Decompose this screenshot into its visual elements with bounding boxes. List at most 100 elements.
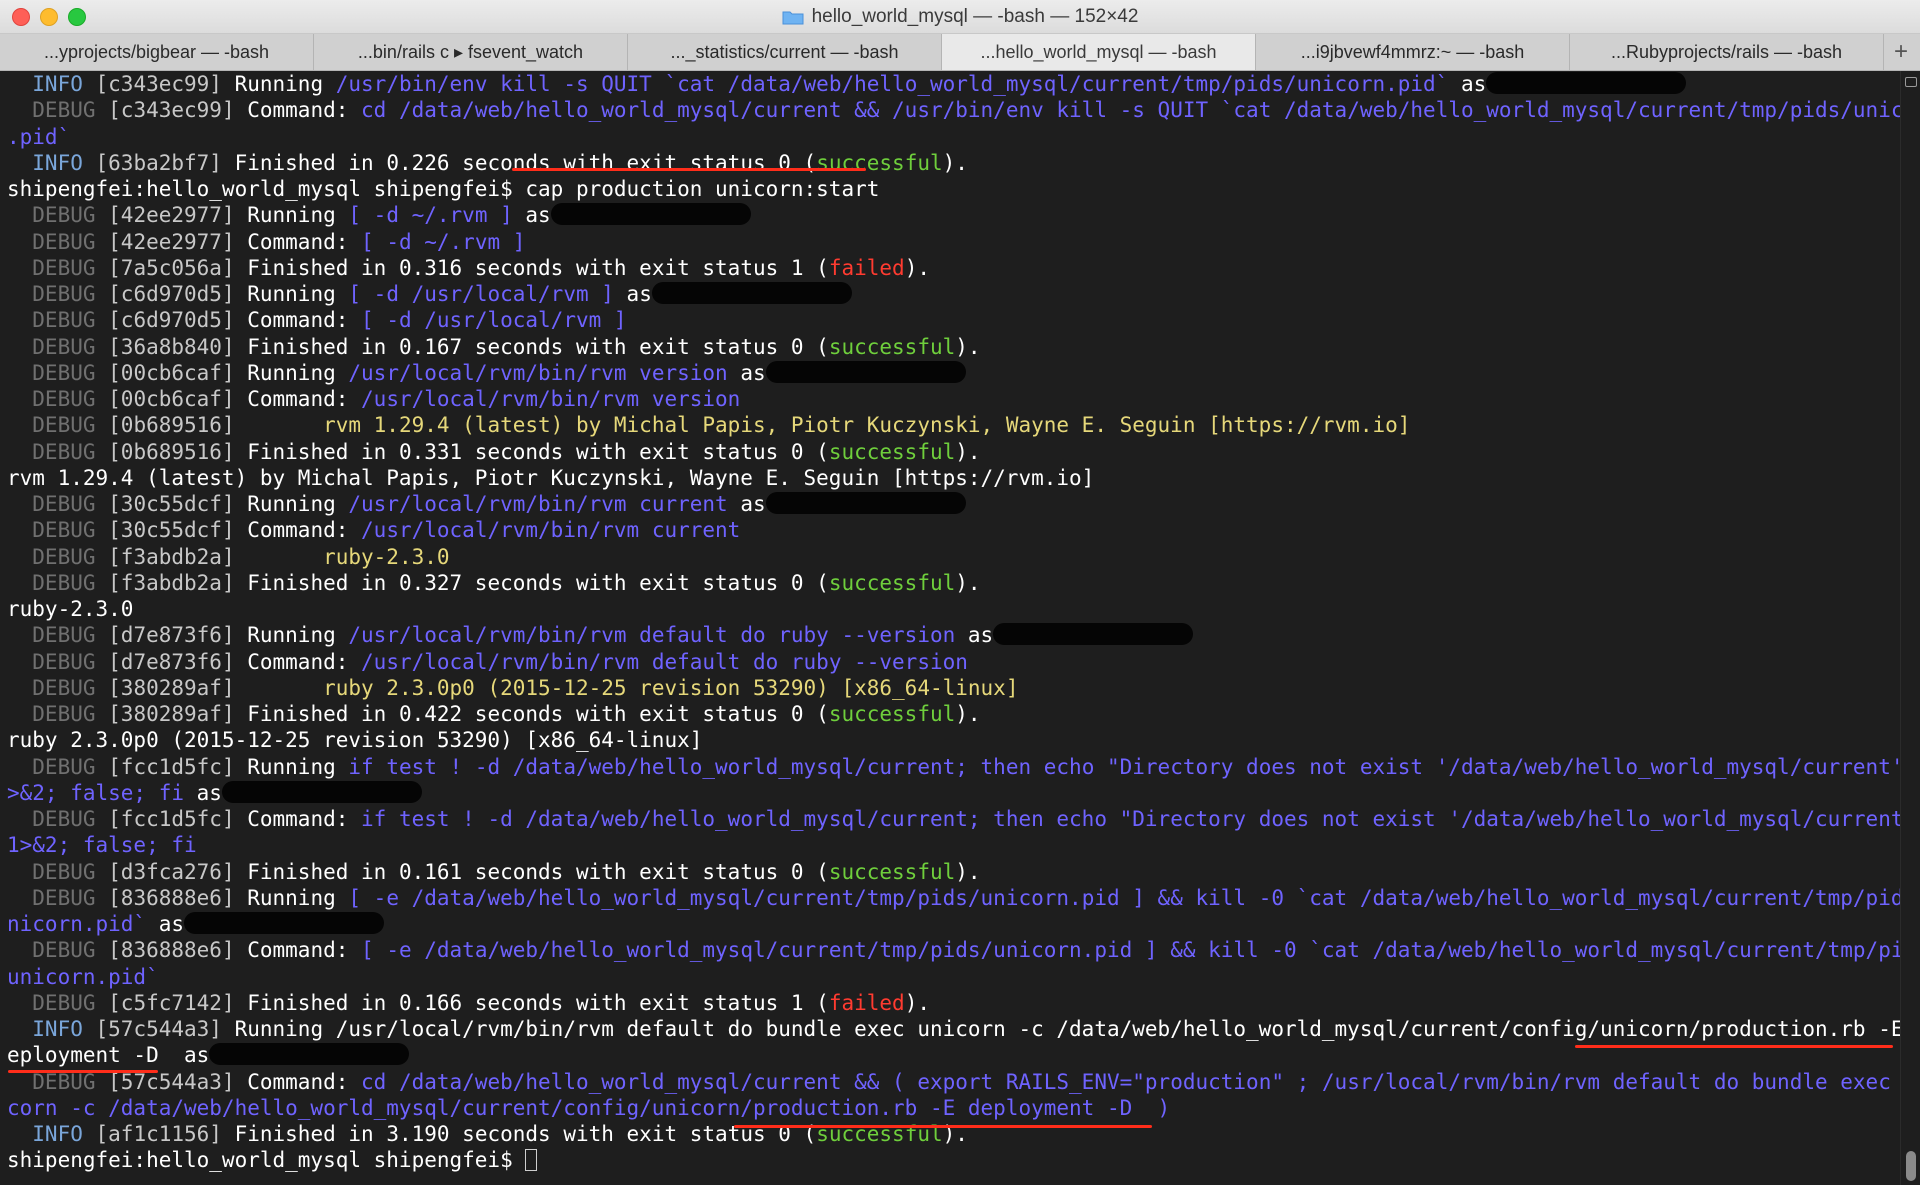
terminal-segment: as xyxy=(184,780,222,805)
terminal-output[interactable]: INFO [c343ec99] Running /usr/bin/env kil… xyxy=(0,71,1900,1185)
terminal-segment: DEBUG xyxy=(7,334,109,359)
terminal-line: DEBUG [0b689516] rvm 1.29.4 (latest) by … xyxy=(7,412,1895,438)
tab-label: ...bin/rails c ▸ fsevent_watch xyxy=(357,41,584,62)
terminal-segment: as xyxy=(613,282,652,306)
terminal-line: DEBUG [d7e873f6] Running /usr/local/rvm/… xyxy=(7,622,1895,648)
terminal-segment: [7a5c056a] xyxy=(108,255,235,280)
terminal-segment: rvm 1.29.4 (latest) by Michal Papis, Pio… xyxy=(234,413,1411,438)
terminal-line: DEBUG [c6d970d5] Running [ -d /usr/local… xyxy=(7,281,1895,307)
terminal-line: ruby-2.3.0 xyxy=(7,596,1895,622)
highlight-underline xyxy=(512,168,866,171)
terminal-segment: Running xyxy=(234,754,349,779)
zoom-window-button[interactable] xyxy=(68,8,86,26)
terminal-segment: [c5fc7142] xyxy=(108,990,235,1015)
terminal-segment: Running xyxy=(221,72,336,96)
terminal-segment: DEBUG xyxy=(7,544,109,569)
title-bar[interactable]: hello_world_mysql — -bash — 152×42 xyxy=(0,0,1920,34)
terminal-segment: Running xyxy=(234,360,349,385)
tab-0[interactable]: ...yprojects/bigbear — -bash xyxy=(0,34,314,70)
terminal-segment: Command: xyxy=(234,98,362,123)
terminal-segment: DEBUG xyxy=(7,308,109,333)
terminal-segment: [00cb6caf] xyxy=(108,387,235,411)
redacted-host xyxy=(221,780,422,803)
terminal-segment: DEBUG xyxy=(7,990,109,1015)
terminal-segment: [57c544a3] xyxy=(95,1017,222,1041)
terminal-segment: [fcc1d5fc] xyxy=(108,754,235,779)
terminal-segment: Running xyxy=(234,282,349,306)
terminal-segment: [00cb6caf] xyxy=(108,360,235,385)
terminal-segment: Finished in 0.327 seconds with exit stat… xyxy=(234,570,829,595)
terminal-segment: ruby-2.3.0 xyxy=(234,544,450,569)
terminal-segment: /usr/local/rvm/bin/rvm current xyxy=(348,492,728,516)
terminal-segment: DEBUG xyxy=(7,98,109,123)
terminal-line: DEBUG [c343ec99] Command: cd /data/web/h… xyxy=(7,97,1900,123)
terminal-segment: [ -e /data/web/hello_world_mysql/current… xyxy=(348,885,1900,910)
terminal-segment: [380289af] xyxy=(108,702,235,726)
terminal-segment: [ -d ~/.rvm ] xyxy=(348,203,513,228)
terminal-segment: 1>&2; false; fi xyxy=(7,833,197,858)
terminal-line: .pid` xyxy=(7,124,1895,150)
redacted-host xyxy=(184,912,385,934)
text-cursor xyxy=(525,1149,538,1172)
terminal-segment: .pid` xyxy=(7,124,71,149)
terminal-line: DEBUG [0b689516] Finished in 0.331 secon… xyxy=(7,439,1895,465)
terminal-segment: [c6d970d5] xyxy=(108,282,235,306)
close-window-button[interactable] xyxy=(12,8,30,26)
terminal-segment: DEBUG xyxy=(7,387,109,411)
tab-3-active[interactable]: ...hello_world_mysql — -bash xyxy=(942,34,1256,70)
terminal-segment: [c343ec99] xyxy=(108,98,235,123)
tab-1[interactable]: ...bin/rails c ▸ fsevent_watch xyxy=(314,34,628,70)
terminal-segment: [836888e6] xyxy=(108,938,235,963)
terminal-segment: if test ! -d /data/web/hello_world_mysql… xyxy=(361,807,1900,831)
tab-2[interactable]: ..._statistics/current — -bash xyxy=(628,34,942,70)
terminal-segment: successful xyxy=(828,570,956,595)
terminal-segment: [836888e6] xyxy=(108,885,235,910)
redacted-host xyxy=(651,282,852,304)
terminal-segment: INFO xyxy=(7,1122,96,1146)
terminal-lines: INFO [c343ec99] Running /usr/bin/env kil… xyxy=(7,71,1900,1174)
terminal-segment: Command: xyxy=(234,938,362,963)
terminal-line: INFO [63ba2bf7] Finished in 0.226 second… xyxy=(7,150,1895,176)
terminal-segment: [c6d970d5] xyxy=(108,308,235,333)
terminal-segment: if test ! -d /data/web/hello_world_mysql… xyxy=(348,754,1900,779)
terminal-segment: ). xyxy=(955,439,981,464)
terminal-line: DEBUG [836888e6] Command: [ -e /data/web… xyxy=(7,937,1900,963)
split-pane-icon[interactable] xyxy=(1905,77,1917,87)
terminal-segment: ). xyxy=(955,570,981,595)
terminal-line: DEBUG [d3fca276] Finished in 0.161 secon… xyxy=(7,859,1895,885)
terminal-line: unicorn.pid` xyxy=(7,964,1895,990)
tab-4[interactable]: ...i9jbvewf4mmrz:~ — -bash xyxy=(1256,34,1570,70)
terminal-segment: DEBUG xyxy=(7,675,109,700)
highlight-underline xyxy=(734,1125,1152,1128)
terminal-segment: successful xyxy=(828,439,956,464)
redacted-host xyxy=(993,623,1194,646)
terminal-segment: Finished in 0.422 seconds with exit stat… xyxy=(234,702,829,726)
scroll-thumb[interactable] xyxy=(1906,1151,1916,1181)
terminal-segment: rvm 1.29.4 (latest) by Michal Papis, Pio… xyxy=(7,465,1095,490)
terminal-segment: [ -d /usr/local/rvm ] xyxy=(348,282,614,306)
terminal-segment: successful xyxy=(816,150,943,175)
terminal-segment: [d7e873f6] xyxy=(108,623,235,648)
terminal-line: INFO [57c544a3] Running /usr/local/rvm/b… xyxy=(7,1016,1900,1042)
terminal-line: shipengfei:hello_world_mysql shipengfei$… xyxy=(7,176,1895,202)
new-tab-button[interactable]: + xyxy=(1884,34,1918,70)
terminal-window: hello_world_mysql — -bash — 152×42 ...yp… xyxy=(0,0,1920,1185)
terminal-segment: as xyxy=(146,912,185,936)
terminal-line: INFO [c343ec99] Running /usr/bin/env kil… xyxy=(7,71,1895,97)
terminal-segment: ruby 2.3.0p0 (2015-12-25 revision 53290)… xyxy=(7,728,703,753)
terminal-segment: ). xyxy=(955,859,981,884)
terminal-segment: DEBUG xyxy=(7,203,109,228)
terminal-segment: eployment -D as xyxy=(7,1043,210,1068)
terminal-segment: Running xyxy=(234,885,349,910)
terminal-line: corn -c /data/web/hello_world_mysql/curr… xyxy=(7,1095,1895,1121)
terminal-segment: >&2; false; fi xyxy=(7,780,185,805)
terminal-segment: [af1c1156] xyxy=(95,1122,222,1146)
terminal-segment: [c343ec99] xyxy=(95,72,222,96)
minimize-window-button[interactable] xyxy=(40,8,58,26)
tab-5[interactable]: ...Rubyprojects/rails — -bash xyxy=(1570,34,1884,70)
vertical-scrollbar[interactable] xyxy=(1900,71,1920,1185)
terminal-segment: Command: xyxy=(234,1069,362,1094)
terminal-line: DEBUG [57c544a3] Command: cd /data/web/h… xyxy=(7,1069,1895,1095)
tab-label: ...hello_world_mysql — -bash xyxy=(980,41,1217,62)
terminal-line: DEBUG [7a5c056a] Finished in 0.316 secon… xyxy=(7,255,1895,281)
